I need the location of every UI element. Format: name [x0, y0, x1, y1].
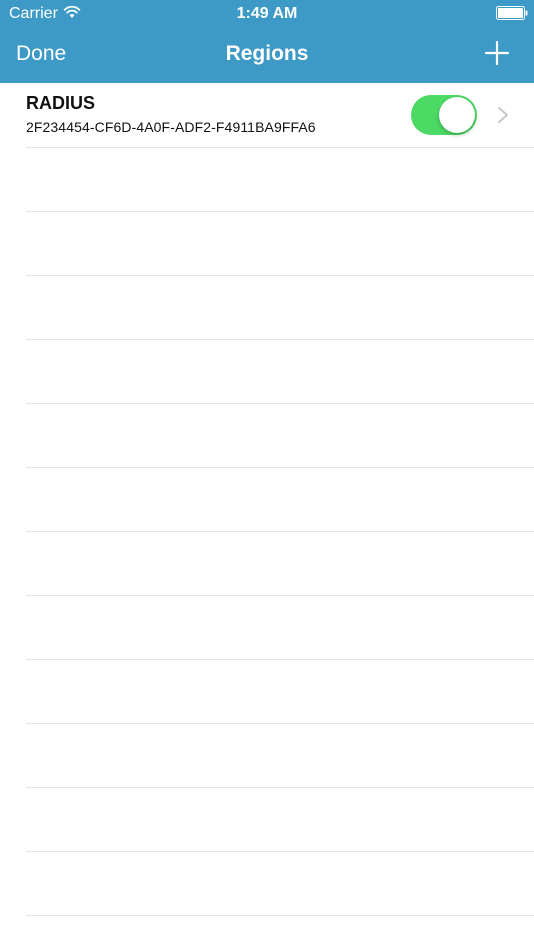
- empty-row: [26, 660, 534, 724]
- battery-icon: [496, 6, 528, 20]
- status-time: 1:49 AM: [236, 5, 298, 22]
- empty-row: [26, 468, 534, 532]
- empty-row: [26, 852, 534, 916]
- empty-row: [26, 212, 534, 276]
- empty-row: [26, 724, 534, 788]
- regions-screen: Carrier 1:49 AM Done Regions RADIUS 2F23…: [0, 0, 534, 950]
- regions-list: RADIUS 2F234454-CF6D-4A0F-ADF2-F4911BA9F…: [0, 83, 534, 916]
- chevron-right-icon: [498, 107, 508, 123]
- navigation-bar: Carrier 1:49 AM Done Regions: [0, 0, 534, 83]
- empty-row: [26, 596, 534, 660]
- empty-row: [26, 404, 534, 468]
- page-title: Regions: [225, 42, 309, 65]
- empty-row: [26, 340, 534, 404]
- empty-row: [26, 532, 534, 596]
- region-uuid: 2F234454-CF6D-4A0F-ADF2-F4911BA9FFA6: [26, 119, 316, 135]
- toggle-knob: [439, 97, 475, 133]
- region-enabled-toggle[interactable]: [411, 95, 477, 135]
- region-name: RADIUS: [26, 93, 96, 113]
- region-row[interactable]: RADIUS 2F234454-CF6D-4A0F-ADF2-F4911BA9F…: [26, 83, 534, 148]
- empty-row: [26, 276, 534, 340]
- plus-icon[interactable]: [484, 40, 510, 66]
- empty-row: [26, 788, 534, 852]
- empty-row: [26, 148, 534, 212]
- done-button[interactable]: Done: [16, 42, 66, 66]
